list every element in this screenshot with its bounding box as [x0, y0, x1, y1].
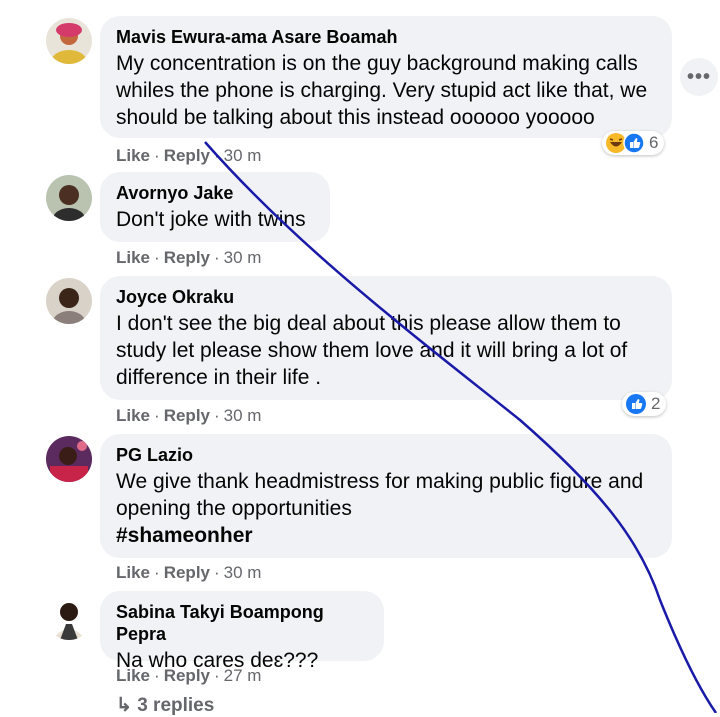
separator: · [154, 248, 160, 267]
reply-button[interactable]: Reply [164, 248, 210, 267]
reply-button[interactable]: Reply [164, 146, 210, 165]
comment-bubble: Sabina Takyi Boampong Pepra Na who cares… [100, 591, 384, 672]
comment-text-line: We give thank headmistress for making pu… [116, 470, 644, 493]
separator: · [214, 666, 220, 685]
avatar[interactable] [46, 175, 92, 221]
timestamp[interactable]: 30 m [224, 563, 262, 582]
separator: · [214, 563, 220, 582]
separator: · [154, 563, 160, 582]
comment-bubble: PG Lazio We give thank headmistress for … [100, 434, 672, 558]
comment-actions: Like · Reply · 30 m [116, 248, 261, 268]
timestamp[interactable]: 30 m [224, 146, 262, 165]
like-button[interactable]: Like [116, 563, 150, 582]
comment-text: My concentration is on the guy backgroun… [116, 50, 656, 131]
comment-author[interactable]: Joyce Okraku [116, 286, 656, 308]
reaction-count: 6 [649, 133, 659, 152]
comment-text-line: I don't see the big deal about this plea… [116, 312, 621, 335]
avatar[interactable] [46, 18, 92, 64]
reply-button[interactable]: Reply [164, 666, 210, 685]
timestamp[interactable]: 30 m [224, 248, 262, 267]
comment-actions: Like · Reply · 30 m [116, 563, 261, 583]
comment-text-line: Don't joke with twins [116, 208, 306, 231]
comment-text-line: opening the opportunities [116, 497, 352, 520]
comment-bubble: Joyce Okraku I don't see the big deal ab… [100, 276, 672, 400]
separator: · [214, 406, 220, 425]
comment-author[interactable]: Mavis Ewura-ama Asare Boamah [116, 26, 656, 48]
separator: · [154, 406, 160, 425]
comment-author[interactable]: Sabina Takyi Boampong Pepra [116, 601, 368, 645]
more-options-button[interactable]: ••• [680, 58, 718, 96]
avatar[interactable] [46, 436, 92, 482]
comment-actions: Like · Reply · 27 m [116, 666, 261, 686]
comment-text: We give thank headmistress for making pu… [116, 468, 656, 549]
like-button[interactable]: Like [116, 146, 150, 165]
reaction-count: 2 [651, 394, 661, 413]
comment-text-line: study let please show them love and it w… [116, 339, 628, 362]
comment-actions: Like · Reply · 30 m [116, 146, 261, 166]
separator: · [154, 146, 160, 165]
comment-actions: Like · Reply · 30 m [116, 406, 261, 426]
reaction-summary[interactable]: 6 [602, 131, 665, 155]
separator: · [214, 146, 220, 165]
avatar[interactable] [46, 278, 92, 324]
timestamp[interactable]: 27 m [224, 666, 262, 685]
like-icon [625, 393, 647, 415]
view-replies-link[interactable]: ↳ 3 replies [116, 694, 214, 717]
comment-text-line: should be talking about this instead ooo… [116, 106, 595, 129]
comment-text-line: whiles the phone is charging. Very stupi… [116, 79, 648, 102]
reply-button[interactable]: Reply [164, 406, 210, 425]
separator: · [214, 248, 220, 267]
avatar[interactable] [46, 594, 92, 640]
comment-author[interactable]: Avornyo Jake [116, 182, 314, 204]
like-button[interactable]: Like [116, 248, 150, 267]
comment-text-line: difference in their life . [116, 366, 322, 389]
comment-bubble: Mavis Ewura-ama Asare Boamah My concentr… [100, 16, 672, 138]
comment-text-line: My concentration is on the guy backgroun… [116, 52, 638, 75]
comment-text: I don't see the big deal about this plea… [116, 310, 656, 391]
reaction-summary[interactable]: 2 [622, 392, 667, 416]
reply-button[interactable]: Reply [164, 563, 210, 582]
separator: · [154, 666, 160, 685]
comment-author[interactable]: PG Lazio [116, 444, 656, 466]
comment-text: Don't joke with twins [116, 206, 314, 233]
like-button[interactable]: Like [116, 666, 150, 685]
hashtag-link[interactable]: #shameonher [116, 522, 656, 549]
timestamp[interactable]: 30 m [224, 406, 262, 425]
comment-bubble: Avornyo Jake Don't joke with twins [100, 172, 330, 242]
like-button[interactable]: Like [116, 406, 150, 425]
like-icon [623, 132, 645, 154]
